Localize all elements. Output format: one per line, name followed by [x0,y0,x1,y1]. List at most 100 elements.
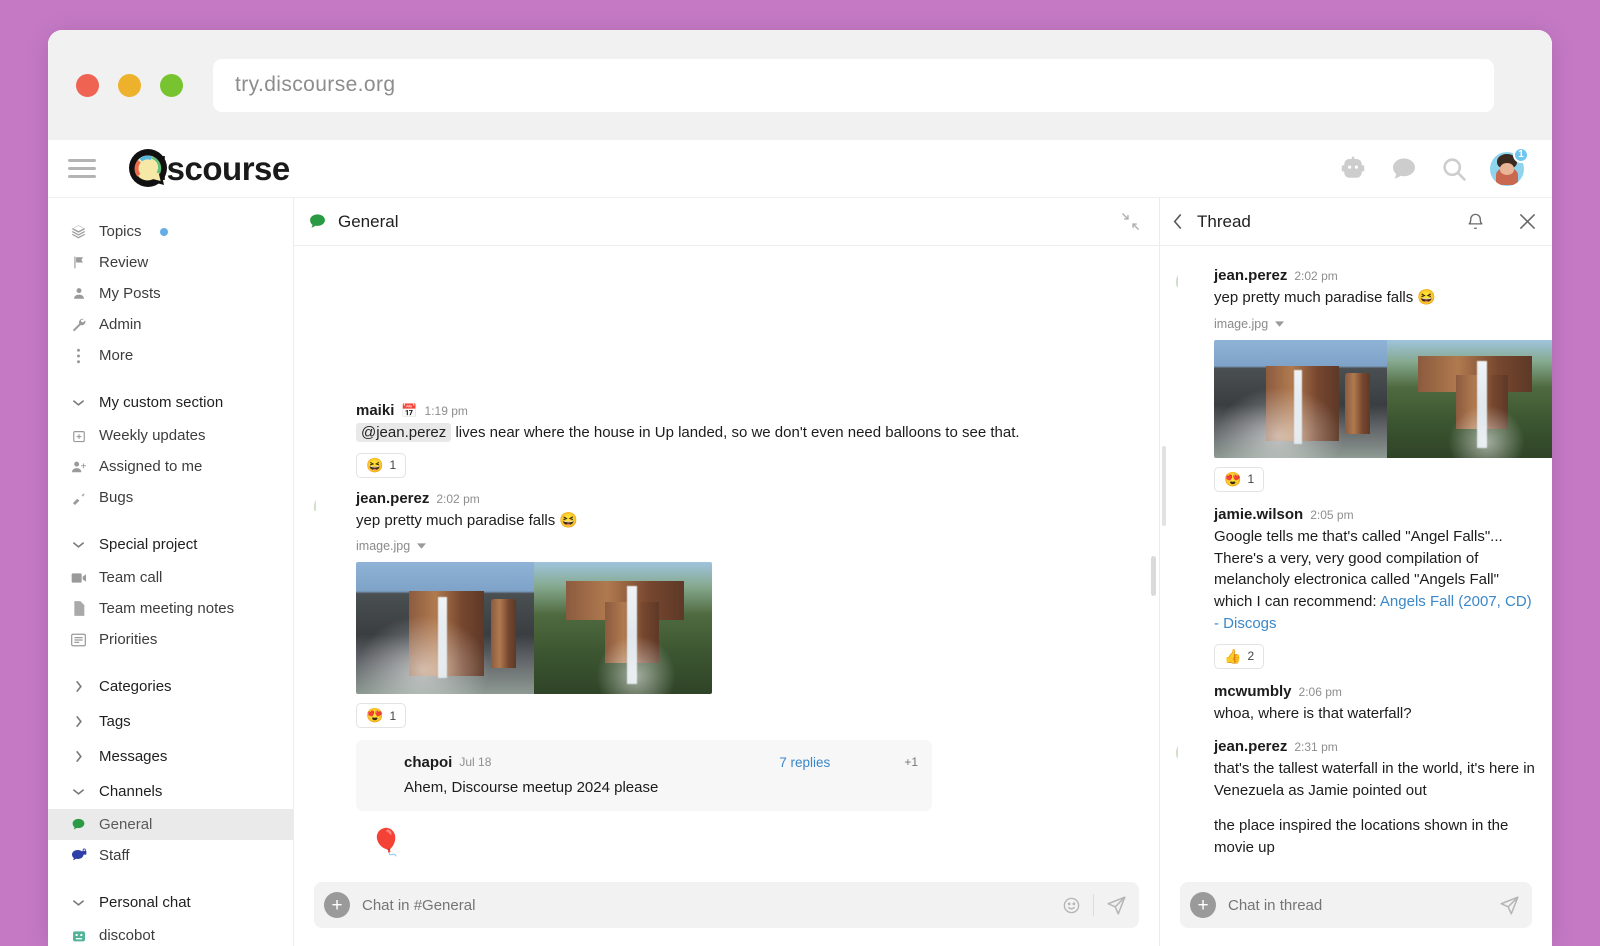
channel-composer[interactable]: + [314,882,1139,928]
compress-arrows-icon[interactable] [1122,213,1139,230]
sidebar-item-weekly-updates[interactable]: Weekly updates [48,420,293,451]
avatar[interactable] [314,493,342,521]
message-reactions: 😆 1 [356,453,1139,478]
channel-message-list[interactable]: maiki 📅 1:19 pm @jean.perez lives near w… [294,246,1159,872]
wrench-icon [70,317,87,332]
message-author[interactable]: mcwumbly [1214,683,1292,700]
sidebar-section-messages[interactable]: Messages [48,739,293,774]
waterfall-image-left[interactable] [356,562,534,694]
thread-preview[interactable]: chapoi Jul 18 7 replies +1 [356,740,932,811]
thread-panel-title: Thread [1197,212,1251,232]
plus-circle-icon[interactable]: + [1190,892,1216,918]
sidebar-item-assigned-to-me[interactable]: Assigned to me [48,451,293,482]
thread-author[interactable]: chapoi [404,754,452,771]
sidebar-section-personal-chat[interactable]: Personal chat [48,885,293,920]
waterfall-image-right[interactable] [1387,340,1552,458]
message-text: yep pretty much paradise falls 😆 [1214,287,1536,309]
sidebar-item-label: My Posts [99,285,161,302]
sidebar-item-topics[interactable]: Topics [48,216,293,247]
avatar [874,750,898,774]
attachment-image-pair[interactable] [1214,340,1552,458]
send-icon[interactable] [1499,895,1520,916]
maximize-window-button[interactable] [160,74,183,97]
avatar[interactable] [1176,508,1202,534]
message-text: @jean.perez lives near where the house i… [356,422,1139,444]
thread-participants[interactable]: +1 [841,750,918,774]
sidebar-section-tags[interactable]: Tags [48,704,293,739]
message-time: 2:06 pm [1299,685,1342,699]
reaction-pill[interactable]: 😆 1 [356,453,406,478]
app-header: iscourse [48,140,1552,198]
search-icon[interactable] [1440,155,1468,183]
attachment-image-pair[interactable] [356,562,712,694]
sidebar-item-review[interactable]: Review [48,247,293,278]
avatar[interactable] [314,405,342,433]
sidebar-section-categories[interactable]: Categories [48,669,293,704]
sidebar-item-staff[interactable]: Staff [48,840,293,871]
plus-circle-icon[interactable]: + [324,892,350,918]
message-author[interactable]: jamie.wilson [1214,506,1303,523]
reaction-pill[interactable]: 👍 2 [1214,644,1264,669]
sidebar-item-priorities[interactable]: Priorities [48,624,293,655]
chat-bubble-green-icon [70,817,87,832]
chat-input[interactable] [362,897,1050,914]
avatar[interactable] [1176,269,1202,295]
sidebar-item-my-posts[interactable]: My Posts [48,278,293,309]
unread-dot [160,228,168,236]
sidebar-section-channels[interactable]: Channels [48,774,293,809]
avatar[interactable] [1176,740,1202,766]
menu-icon[interactable] [68,159,96,178]
waterfall-image-right[interactable] [534,562,712,694]
thread-chat-input[interactable] [1228,897,1487,914]
address-bar[interactable]: try.discourse.org [213,59,1494,112]
sidebar-item-admin[interactable]: Admin [48,309,293,340]
message-author[interactable]: jean.perez [1214,267,1287,284]
sidebar-section-my-custom-section[interactable]: My custom section [48,385,293,420]
sidebar-item-label: Weekly updates [99,427,205,444]
thread-scrollbar[interactable] [1162,446,1166,526]
channel-title-group[interactable]: General [308,212,398,232]
message-author[interactable]: maiki [356,402,394,419]
brand-logo-group[interactable]: iscourse [126,147,290,191]
reaction-pill[interactable]: 😍 1 [356,703,406,728]
thread-message-list[interactable]: jean.perez 2:02 pm yep pretty much parad… [1160,246,1552,872]
sidebar-section-special-project[interactable]: Special project [48,527,293,562]
sidebar-item-label: Admin [99,316,142,333]
close-window-button[interactable] [76,74,99,97]
sidebar-item-team-call[interactable]: Team call [48,562,293,593]
bell-icon[interactable] [1466,212,1485,231]
chevron-right-icon [70,716,87,727]
sidebar-item-discobot[interactable]: discobot [48,920,293,946]
caret-down-icon[interactable] [1275,317,1284,331]
chat-bubble-green-icon [308,212,327,231]
sidebar-item-general[interactable]: General [48,809,293,840]
sidebar-item-team-meeting-notes[interactable]: Team meeting notes [48,593,293,624]
caret-down-icon[interactable] [417,539,426,553]
sidebar-item-bugs[interactable]: Bugs [48,482,293,513]
avatar[interactable] [1176,685,1202,711]
attachment-name-row[interactable]: image.jpg [356,539,1139,553]
robot-icon[interactable] [1338,154,1368,184]
chevron-left-icon[interactable] [1172,214,1183,229]
reaction-pill[interactable]: 😍 1 [1214,467,1264,492]
send-icon[interactable] [1106,895,1127,916]
reaction-count: 1 [1247,472,1254,486]
thread-composer[interactable]: + [1180,882,1532,928]
minimize-window-button[interactable] [118,74,141,97]
avatar[interactable]: 1 [1490,152,1524,186]
chevron-down-icon [70,399,87,407]
avatar[interactable] [368,752,392,776]
message-author[interactable]: jean.perez [1214,738,1287,755]
chat-bubble-icon[interactable] [1390,155,1418,183]
attachment-name-row[interactable]: image.jpg [1214,317,1536,331]
waterfall-image-left[interactable] [1214,340,1387,458]
thread-replies-link[interactable]: 7 replies [779,755,830,770]
channel-scrollbar[interactable] [1151,556,1156,596]
sidebar: Topics Review My Posts [48,198,294,946]
chevron-down-icon [70,899,87,907]
smiley-icon[interactable] [1062,896,1081,915]
sidebar-item-more[interactable]: More [48,340,293,371]
user-mention[interactable]: @jean.perez [356,423,451,442]
close-icon[interactable] [1519,213,1536,230]
message-author[interactable]: jean.perez [356,490,429,507]
